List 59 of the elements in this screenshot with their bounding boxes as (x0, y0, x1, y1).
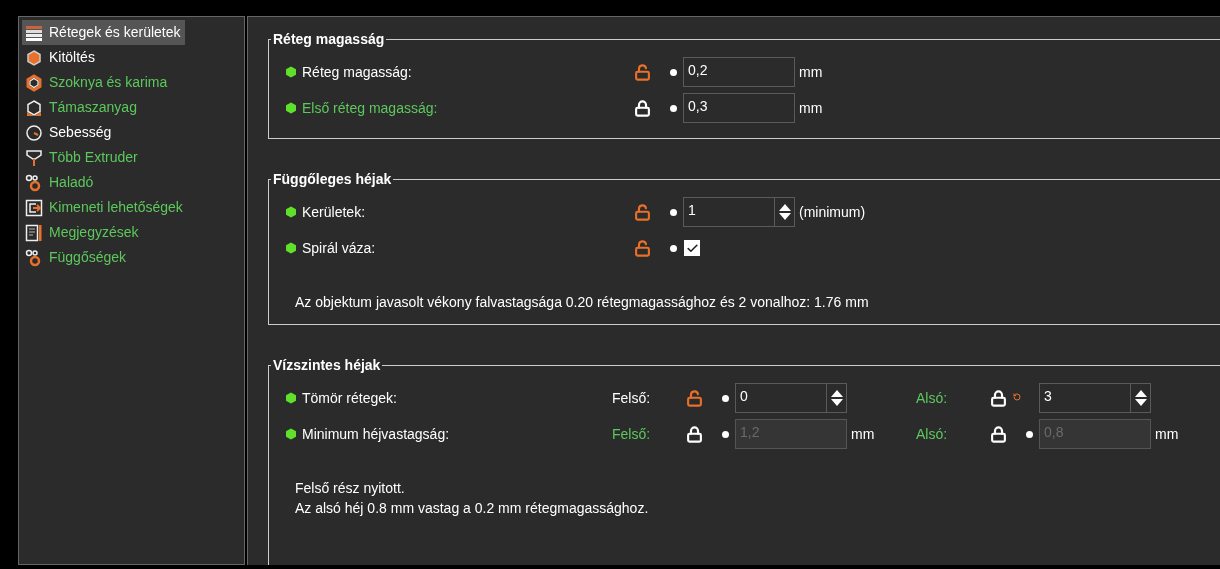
spin-field[interactable]: 3 (1039, 383, 1151, 413)
setting-label: Első réteg magasság: (302, 98, 438, 118)
clock-icon (25, 123, 43, 142)
field-label: Alsó: (916, 424, 949, 444)
document-icon (25, 223, 43, 242)
status-icon (285, 428, 297, 440)
status-icon (285, 392, 297, 404)
unlocked-icon[interactable] (686, 389, 703, 407)
sidebar-item[interactable]: Sebesség (22, 120, 116, 145)
sidebar-item[interactable]: Rétegek és kerületek (22, 20, 185, 45)
unit-label: mm (851, 424, 875, 444)
group-title: Függőleges héjak (272, 170, 393, 189)
gears-icon (25, 173, 43, 192)
unlocked-icon[interactable] (634, 203, 651, 221)
info-text: Az objektum javasolt vékony falvastagsága 0.20 rétegmagassághoz és 2 vonalhoz: 1.76 mm (295, 293, 870, 312)
nozzle-icon (25, 148, 43, 167)
field-label: Felső: (612, 424, 652, 444)
sidebar-item[interactable]: Több Extruder (22, 145, 142, 170)
hexagon-icon (25, 73, 43, 92)
hexagon-icon (25, 48, 43, 67)
group-title: Réteg magasság (272, 30, 386, 49)
hexagon-icon (25, 98, 43, 117)
gears-icon (25, 248, 43, 267)
spin-field[interactable]: 1 (683, 197, 795, 227)
status-icon (285, 242, 297, 254)
setting-label: Minimum héjvastagság: (302, 424, 450, 444)
setting-label: Tömör rétegek: (302, 388, 397, 408)
sidebar-item[interactable]: Megjegyzések (22, 220, 143, 245)
setting-label: Kerületek: (302, 202, 366, 222)
sidebar-item[interactable]: Haladó (22, 170, 98, 195)
status-icon (285, 66, 297, 78)
input-field[interactable]: 0,3 (683, 93, 795, 123)
unit-label: mm (1155, 424, 1179, 444)
spin-field[interactable]: 0 (735, 383, 847, 413)
unit-label: (minimum) (799, 202, 866, 222)
unit-label: mm (799, 98, 823, 118)
status-icon (285, 102, 297, 114)
checkbox[interactable] (684, 240, 700, 256)
sidebar-item[interactable]: Kimeneti lehetőségek (22, 195, 187, 220)
group-title: Vízszintes héjak (272, 356, 382, 375)
sidebar-item[interactable]: Függőségek (22, 245, 131, 270)
field-label: Felső: (612, 388, 652, 408)
unit-label: mm (799, 62, 823, 82)
info-text: Felső rész nyitott. (295, 479, 406, 498)
setting-label: Réteg magasság: (302, 62, 412, 82)
lock-icon[interactable] (634, 99, 651, 117)
status-icon (285, 206, 297, 218)
sidebar-item[interactable]: Szoknya és karima (22, 70, 172, 95)
sidebar-item[interactable]: Kitöltés (22, 45, 99, 70)
setting-label: Spirál váza: (302, 238, 376, 258)
sidebar-item[interactable]: Támaszanyag (22, 95, 141, 120)
export-icon (25, 198, 43, 217)
layers-icon (25, 23, 43, 42)
field-label: Alsó: (916, 388, 949, 408)
input-field[interactable]: 0,2 (683, 57, 795, 87)
unlocked-icon[interactable] (634, 63, 651, 81)
unlocked-icon[interactable] (634, 239, 651, 257)
lock-icon[interactable] (990, 389, 1007, 407)
info-text: Az alsó héj 0.8 mm vastag a 0.2 mm rétegmagassághoz. (295, 499, 650, 518)
